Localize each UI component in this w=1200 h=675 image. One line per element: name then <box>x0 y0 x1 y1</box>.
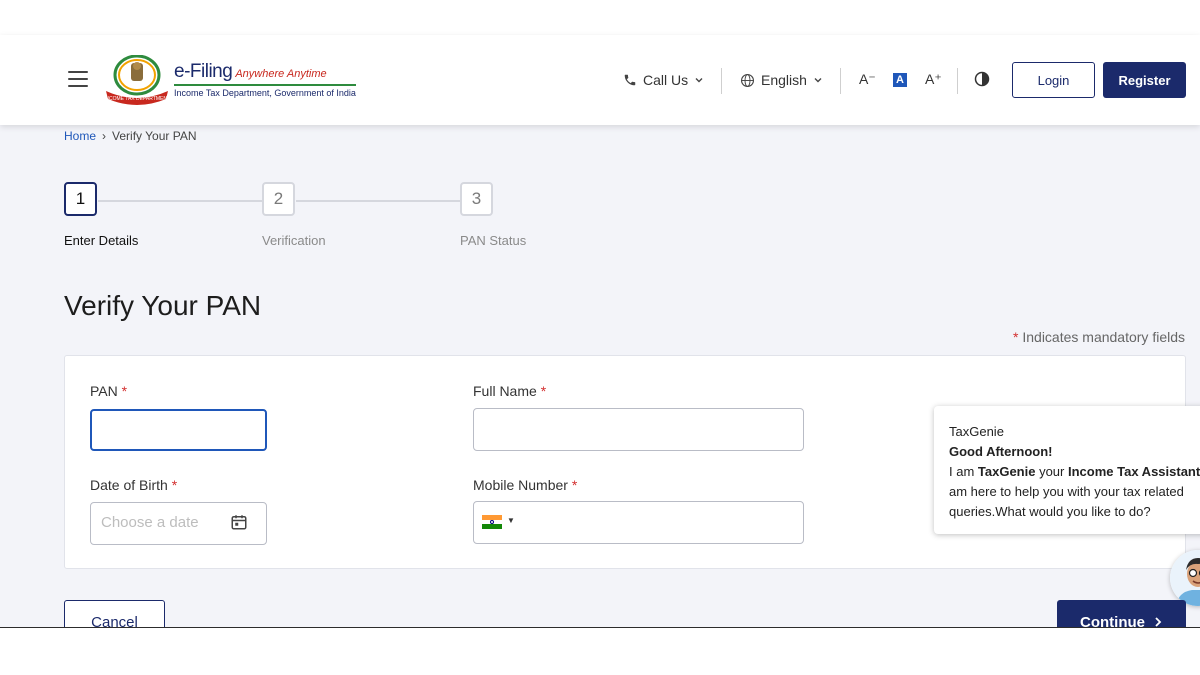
full-name-label-text: Full Name <box>473 383 537 399</box>
chat-message-rest: am here to help you with your tax relate… <box>949 484 1184 519</box>
step-3-label: PAN Status <box>460 233 527 248</box>
pan-input[interactable] <box>90 409 267 451</box>
phone-icon <box>624 74 636 86</box>
contrast-toggle-icon[interactable] <box>974 71 990 87</box>
logo-text: e-Filing Anywhere Anytime Income Tax Depa… <box>174 61 356 98</box>
font-increase-button[interactable]: A⁺ <box>925 71 942 88</box>
chat-msg-bot: TaxGenie <box>977 464 1036 479</box>
dob-input[interactable]: Choose a date <box>90 502 267 545</box>
cancel-button[interactable]: Cancel <box>64 600 165 628</box>
step-3-indicator: 3 <box>460 182 493 216</box>
mandatory-fields-note: * Indicates mandatory fields <box>1013 329 1185 345</box>
breadcrumb-current: Verify Your PAN <box>112 129 197 143</box>
chevron-down-icon <box>814 78 822 83</box>
dob-label: Date of Birth * <box>90 477 177 493</box>
login-label: Login <box>1037 72 1070 88</box>
divider <box>721 68 722 94</box>
mobile-label-text: Mobile Number <box>473 477 568 493</box>
logo-subtitle: Income Tax Department, Government of Ind… <box>174 84 356 98</box>
step-2-label: Verification <box>262 233 326 248</box>
mobile-input[interactable]: ▼ <box>473 501 804 544</box>
required-asterisk: * <box>540 383 547 399</box>
page-viewport: INCOME TAX DEPARTMENT e-Filing Anywhere A… <box>0 0 1200 628</box>
step-connector <box>296 200 460 202</box>
breadcrumb: Home › Verify Your PAN <box>64 129 197 143</box>
calendar-icon[interactable] <box>230 513 248 531</box>
continue-label: Continue <box>1080 613 1145 628</box>
font-decrease-button[interactable]: A⁻ <box>859 71 876 88</box>
chevron-right-icon <box>1155 617 1162 627</box>
register-button[interactable]: Register <box>1103 62 1186 98</box>
emblem-icon: INCOME TAX DEPARTMENT <box>104 55 170 105</box>
call-us-label: Call Us <box>643 72 689 88</box>
svg-text:INCOME TAX DEPARTMENT: INCOME TAX DEPARTMENT <box>104 96 170 102</box>
chat-msg-mid: your <box>1035 464 1068 479</box>
continue-button[interactable]: Continue <box>1057 600 1186 628</box>
hamburger-menu-icon[interactable] <box>68 71 88 87</box>
register-label: Register <box>1118 72 1171 88</box>
taxgenie-chat-popup[interactable]: TaxGenie Good Afternoon! I am TaxGenie y… <box>934 406 1200 534</box>
step-1-label: Enter Details <box>64 233 139 248</box>
country-caret-icon[interactable]: ▼ <box>507 516 515 525</box>
language-dropdown[interactable]: English <box>740 72 823 88</box>
step-connector <box>98 200 262 202</box>
login-button[interactable]: Login <box>1012 62 1095 98</box>
cancel-label: Cancel <box>91 613 138 628</box>
page-title: Verify Your PAN <box>64 290 262 321</box>
chat-msg-role: Income Tax Assistant <box>1067 464 1200 479</box>
logo-tagline: Anywhere Anytime <box>235 68 327 80</box>
chat-msg-prefix: I am <box>949 464 978 479</box>
dob-label-text: Date of Birth <box>90 477 168 493</box>
chat-message: I am TaxGenie your Income Tax Assistant <box>949 462 1200 482</box>
pan-label: PAN * <box>90 383 127 399</box>
chat-greeting: Good Afternoon! <box>949 444 1053 459</box>
required-asterisk: * <box>121 383 128 399</box>
india-flag-icon[interactable] <box>482 515 502 529</box>
required-asterisk: * <box>171 477 178 493</box>
breadcrumb-separator: › <box>102 129 107 143</box>
logo-brand: e-Filing <box>174 61 233 82</box>
chevron-down-icon <box>695 78 703 83</box>
mobile-label: Mobile Number * <box>473 477 577 493</box>
pan-label-text: PAN <box>90 383 118 399</box>
divider <box>840 68 841 94</box>
step-2-indicator: 2 <box>262 182 295 216</box>
full-name-input[interactable] <box>473 408 804 451</box>
divider <box>957 68 958 94</box>
chat-title: TaxGenie <box>949 424 1004 439</box>
breadcrumb-home-link[interactable]: Home <box>64 129 96 143</box>
language-label: English <box>761 72 807 88</box>
dob-placeholder: Choose a date <box>101 514 199 531</box>
required-asterisk: * <box>571 477 578 493</box>
step-1-indicator: 1 <box>64 182 97 216</box>
mandatory-note-text: Indicates mandatory fields <box>1018 329 1185 345</box>
font-normal-button[interactable]: A <box>893 73 907 87</box>
site-header: INCOME TAX DEPARTMENT e-Filing Anywhere A… <box>0 35 1200 125</box>
efiling-logo[interactable]: INCOME TAX DEPARTMENT e-Filing Anywhere A… <box>104 55 356 105</box>
globe-icon <box>741 73 754 87</box>
full-name-label: Full Name * <box>473 383 546 399</box>
call-us-dropdown[interactable]: Call Us <box>623 72 704 88</box>
top-strip <box>0 0 1200 35</box>
